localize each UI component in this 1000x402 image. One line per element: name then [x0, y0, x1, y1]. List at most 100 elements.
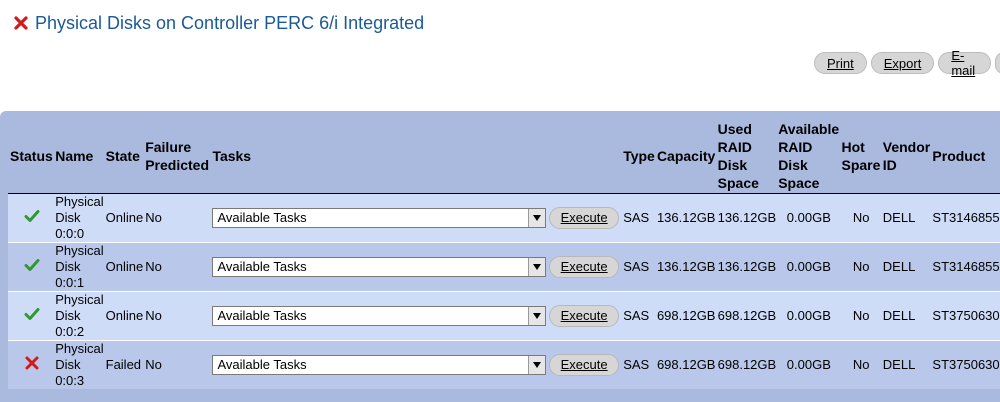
- hot-spare-cell: No: [839, 193, 881, 243]
- col-used-raid: Used RAID Disk Space: [715, 119, 777, 194]
- used-raid-cell: 136.12GB: [715, 242, 777, 292]
- tasks-select[interactable]: Available Tasks: [212, 355, 547, 375]
- type-cell: SAS: [621, 340, 655, 389]
- col-status: Status: [8, 119, 54, 194]
- failure-predicted-cell: No: [143, 193, 211, 243]
- disks-table-panel: Status Name State Failure Predicted Task…: [0, 111, 1000, 402]
- type-cell: SAS: [621, 291, 655, 341]
- status-cell: [8, 291, 54, 341]
- used-raid-cell: 698.12GB: [715, 291, 777, 341]
- print-button[interactable]: Print: [814, 52, 867, 74]
- execute-cell: Execute: [547, 340, 622, 389]
- execute-cell: Execute: [547, 291, 622, 341]
- tasks-select-value: Available Tasks: [217, 308, 307, 323]
- type-cell: SAS: [621, 242, 655, 292]
- hot-spare-cell: No: [839, 340, 881, 389]
- execute-button[interactable]: Execute: [549, 207, 620, 229]
- col-name: Name: [53, 119, 104, 194]
- title-row: Physical Disks on Controller PERC 6/i In…: [14, 10, 424, 36]
- name-cell: Physical Disk 0:0:3: [53, 340, 104, 389]
- col-capacity: Capacity: [654, 119, 716, 194]
- state-cell: Online: [103, 242, 144, 292]
- table-row: Physical Disk 0:0:3 Failed No Available …: [8, 340, 1000, 389]
- execute-cell: Execute: [547, 193, 622, 243]
- tasks-select-value: Available Tasks: [217, 210, 307, 225]
- export-button[interactable]: Export: [870, 52, 935, 74]
- status-cell: [8, 340, 54, 389]
- state-cell: Failed: [103, 340, 144, 389]
- col-hot-spare: Hot Spare: [839, 119, 881, 194]
- capacity-cell: 136.12GB: [654, 193, 716, 243]
- col-product: Product: [930, 119, 1000, 194]
- vendor-id-cell: DELL: [880, 291, 931, 341]
- tasks-select-value: Available Tasks: [217, 259, 307, 274]
- available-raid-cell: 0.00GB: [776, 340, 840, 389]
- col-state: State: [103, 119, 144, 194]
- execute-cell: Execute: [547, 242, 622, 292]
- status-cell: [8, 242, 54, 292]
- available-raid-cell: 0.00GB: [776, 242, 840, 292]
- page: Physical Disks on Controller PERC 6/i In…: [0, 0, 1000, 402]
- hot-spare-cell: No: [839, 291, 881, 341]
- state-cell: Online: [103, 193, 144, 243]
- col-failure-predicted: Failure Predicted: [143, 119, 211, 194]
- dropdown-arrow-icon[interactable]: [528, 258, 546, 276]
- tasks-cell: Available Tasks: [210, 242, 548, 292]
- product-cell: ST3146855: [930, 242, 1000, 292]
- col-available-raid: Available RAID Disk Space: [776, 119, 840, 194]
- execute-button[interactable]: Execute: [549, 305, 620, 327]
- tasks-cell: Available Tasks: [210, 340, 548, 389]
- failure-predicted-cell: No: [143, 242, 211, 292]
- type-cell: SAS: [621, 193, 655, 243]
- more-button[interactable]: [995, 52, 1000, 74]
- critical-x-icon: [25, 356, 39, 370]
- table-row: Physical Disk 0:0:1 Online No Available …: [8, 242, 1000, 292]
- col-vendor-id: Vendor ID: [880, 119, 931, 194]
- capacity-cell: 698.12GB: [654, 340, 716, 389]
- table-row: Physical Disk 0:0:0 Online No Available …: [8, 193, 1000, 243]
- ok-check-icon: [24, 210, 40, 222]
- table-header-row: Status Name State Failure Predicted Task…: [8, 119, 1000, 194]
- tasks-select-value: Available Tasks: [217, 357, 307, 372]
- vendor-id-cell: DELL: [880, 340, 931, 389]
- hot-spare-cell: No: [839, 242, 881, 292]
- page-title: Physical Disks on Controller PERC 6/i In…: [35, 12, 425, 33]
- dropdown-arrow-icon[interactable]: [528, 356, 546, 374]
- execute-button[interactable]: Execute: [549, 256, 620, 278]
- tasks-cell: Available Tasks: [210, 193, 548, 243]
- tasks-select[interactable]: Available Tasks: [212, 257, 547, 277]
- tasks-select[interactable]: Available Tasks: [212, 306, 547, 326]
- failure-predicted-cell: No: [143, 291, 211, 341]
- failure-predicted-cell: No: [143, 340, 211, 389]
- execute-button[interactable]: Execute: [549, 354, 620, 376]
- product-cell: ST3750630: [930, 340, 1000, 389]
- used-raid-cell: 698.12GB: [715, 340, 777, 389]
- table-row: Physical Disk 0:0:2 Online No Available …: [8, 291, 1000, 341]
- tasks-cell: Available Tasks: [210, 291, 548, 341]
- name-cell: Physical Disk 0:0:2: [53, 291, 104, 341]
- ok-check-icon: [24, 308, 40, 320]
- dropdown-arrow-icon[interactable]: [528, 307, 546, 325]
- col-tasks: Tasks: [210, 119, 548, 194]
- tasks-select[interactable]: Available Tasks: [212, 208, 547, 228]
- name-cell: Physical Disk 0:0:0: [53, 193, 104, 243]
- dropdown-arrow-icon[interactable]: [528, 209, 546, 227]
- capacity-cell: 698.12GB: [654, 291, 716, 341]
- col-type: Type: [621, 119, 655, 194]
- col-execute: [547, 119, 622, 194]
- email-button[interactable]: E-mail: [938, 48, 992, 78]
- name-cell: Physical Disk 0:0:1: [53, 242, 104, 292]
- product-cell: ST3750630: [930, 291, 1000, 341]
- capacity-cell: 136.12GB: [654, 242, 716, 292]
- available-raid-cell: 0.00GB: [776, 291, 840, 341]
- vendor-id-cell: DELL: [880, 242, 931, 292]
- available-raid-cell: 0.00GB: [776, 193, 840, 243]
- state-cell: Online: [103, 291, 144, 341]
- vendor-id-cell: DELL: [880, 193, 931, 243]
- action-buttons: Print Export E-mail: [814, 48, 1000, 78]
- product-cell: ST3146855: [930, 193, 1000, 243]
- used-raid-cell: 136.12GB: [715, 193, 777, 243]
- critical-x-icon: [14, 16, 28, 30]
- status-cell: [8, 193, 54, 243]
- ok-check-icon: [24, 259, 40, 271]
